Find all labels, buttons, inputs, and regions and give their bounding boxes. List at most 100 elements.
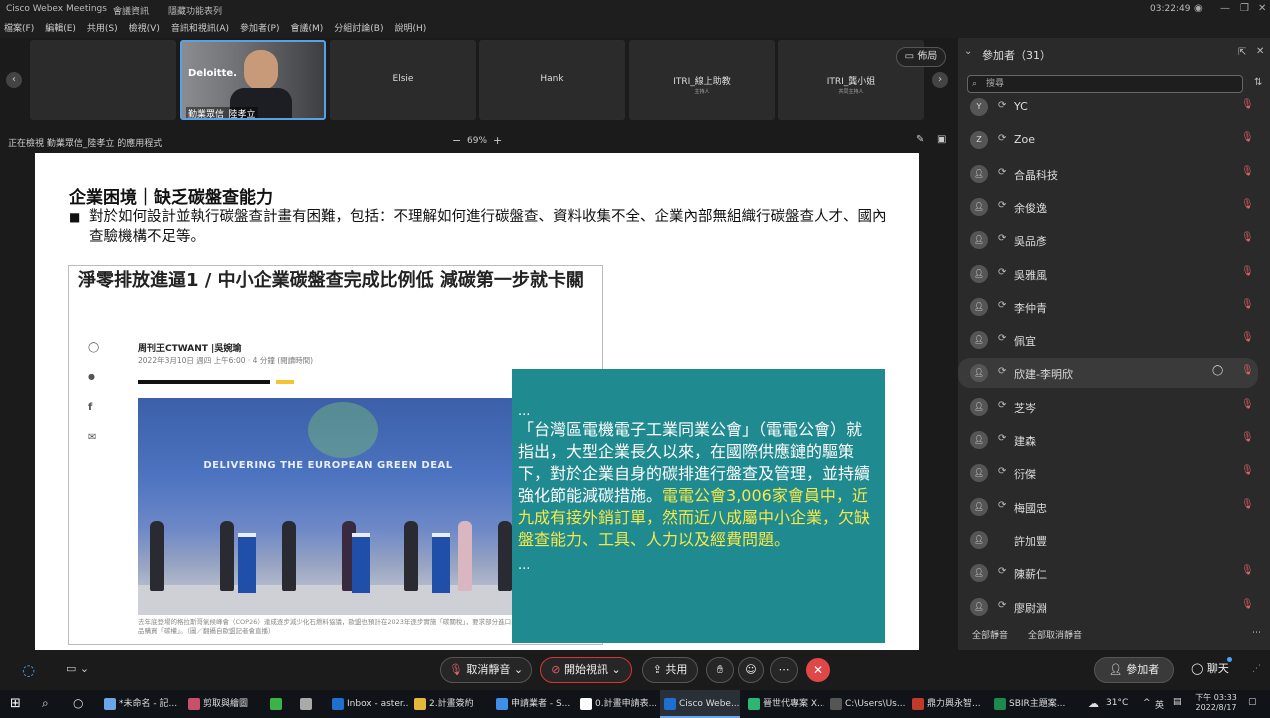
participant-row[interactable]: 👤︎ 許加豐 (958, 525, 1258, 555)
menu-help[interactable]: 說明(H) (395, 20, 427, 38)
mic-muted-icon[interactable]: 🎙︎ (1241, 299, 1254, 310)
taskbar-clock[interactable]: 下午 03:33 2022/8/17 (1194, 692, 1238, 712)
video-strip: ‹ Deloitte. 勤業眾信_陸孝立 Elsie Hank ITRI_線上助… (0, 38, 956, 128)
chat-icon[interactable]: ◯ (1212, 365, 1223, 376)
mute-all-button[interactable]: 全部靜音 (972, 628, 1008, 641)
close-panel-icon[interactable]: ✕ (1256, 46, 1264, 57)
participants-button[interactable]: 👤︎ 參加者 (1094, 657, 1174, 683)
mic-muted-icon[interactable]: 🎙︎ (1241, 99, 1254, 110)
participant-row[interactable]: Z ⟳ Zoe 🎙︎ (958, 125, 1258, 155)
close-icon[interactable]: ✕ (1258, 3, 1266, 14)
video-tile[interactable]: Hank (479, 40, 625, 120)
mic-muted-icon[interactable]: 🎙︎ (1241, 365, 1254, 376)
menu-meeting[interactable]: 會議(M) (291, 20, 324, 38)
search-input[interactable]: ⌕ 搜尋 (967, 75, 1243, 93)
taskbar-app[interactable]: *未命名 - 記... (100, 690, 180, 718)
mic-muted-icon[interactable]: 🎙︎ (1241, 132, 1254, 143)
menu-view[interactable]: 檢視(V) (129, 20, 160, 38)
taskbar-app[interactable]: 申請業者 - S... (492, 690, 572, 718)
taskbar-app[interactable]: 0.計畫申請表... (576, 690, 656, 718)
windows-start-icon[interactable]: ⊞ (10, 696, 21, 711)
participant-row[interactable]: 👤︎ ⟳ 吳雅風 🎙︎ (958, 259, 1258, 289)
video-tile[interactable]: ITRI_線上助教 主持人 (629, 40, 775, 120)
participant-row[interactable]: 👤︎ ⟳ 余俊逸 🎙︎ (958, 192, 1258, 222)
restore-icon[interactable]: ❐ (1240, 3, 1249, 14)
more-options-icon[interactable]: ⋯ (1252, 628, 1261, 638)
mic-muted-icon[interactable]: 🎙︎ (1241, 166, 1254, 177)
more-button[interactable]: ⋯ (770, 657, 798, 683)
sort-icon[interactable]: ⇅ (1254, 77, 1262, 88)
participant-row[interactable]: 👤︎ ⟳ 廖尉淵 🎙︎ (958, 592, 1258, 622)
popout-icon[interactable]: ⇱ (1238, 47, 1246, 58)
taskbar-app[interactable]: C:\Users\Us... (826, 690, 906, 718)
mic-muted-icon[interactable]: 🎙︎ (1241, 432, 1254, 443)
participant-row[interactable]: 👤︎ ⟳ 合晶科技 🎙︎ (958, 159, 1258, 189)
notification-icon[interactable]: ▢ (1248, 697, 1257, 707)
zoom-level[interactable]: 69% (467, 136, 487, 146)
video-tile[interactable] (30, 40, 176, 120)
participant-row[interactable]: 👤︎ ⟳ 建森 🎙︎ (958, 425, 1258, 455)
zoom-in-icon[interactable]: + (493, 134, 502, 147)
zoom-out-icon[interactable]: − (452, 134, 461, 147)
participant-row[interactable]: 👤︎ ⟳ 佩宜 🎙︎ (958, 325, 1258, 355)
menu-audio-video[interactable]: 音訊和視訊(A) (171, 20, 229, 38)
share-button[interactable]: ⇪ 共用 (642, 657, 698, 683)
prev-video-icon[interactable]: ‹ (6, 72, 22, 88)
leave-meeting-button[interactable]: ✕ (806, 658, 830, 682)
next-video-icon[interactable]: › (932, 72, 948, 88)
taskbar-app[interactable]: 2.計畫簽約 (410, 690, 490, 718)
reactions-button[interactable]: ☺ (738, 657, 764, 683)
unmute-all-button[interactable]: 全部取消靜音 (1028, 628, 1082, 641)
photo-person (220, 521, 234, 591)
taskbar-app[interactable] (266, 690, 294, 718)
participant-row[interactable]: 👤︎ ⟳ 欣建-李明欣 ◯ 🎙︎ (958, 358, 1258, 389)
mic-muted-icon[interactable]: 🎙︎ (1241, 199, 1254, 210)
mic-muted-icon[interactable]: 🎙︎ (1241, 565, 1254, 576)
tray-chevron-icon[interactable]: ^ (1143, 698, 1151, 708)
video-tile-active-speaker[interactable]: Deloitte. 勤業眾信_陸孝立 (180, 40, 326, 120)
mic-muted-icon[interactable]: 🎙︎ (1241, 465, 1254, 476)
menu-share[interactable]: 共用(S) (87, 20, 118, 38)
meeting-info-button[interactable]: 會議資訊 (113, 4, 149, 17)
minimize-icon[interactable]: — (1220, 3, 1230, 14)
start-video-button[interactable]: ⊘ 開始視訊 ⌄ (540, 657, 632, 683)
mic-muted-icon[interactable]: 🎙︎ (1241, 232, 1254, 243)
task-view-icon[interactable]: ○ (73, 696, 83, 710)
mic-muted-icon[interactable]: 🎙︎ (1241, 499, 1254, 510)
mic-muted-icon[interactable]: 🎙︎ (1241, 399, 1254, 410)
taskbar-app[interactable]: 晉世代專案 X... (744, 690, 824, 718)
taskbar-app[interactable] (296, 690, 324, 718)
input-language[interactable]: 英 (1155, 698, 1164, 711)
avatar: 👤︎ (970, 431, 988, 449)
participant-row[interactable]: 👤︎ ⟳ 陳薪仁 🎙︎ (958, 558, 1258, 588)
participant-row[interactable]: 👤︎ ⟳ 衍傑 🎙︎ (958, 458, 1258, 488)
mic-muted-icon[interactable]: 🎙︎ (1241, 332, 1254, 343)
raise-hand-button[interactable]: ✋︎ (706, 657, 734, 683)
annotate-icon[interactable]: ✎ (916, 134, 924, 145)
view-options-icon[interactable]: ▣ (937, 134, 946, 145)
participant-row[interactable]: 👤︎ ⟳ 梅國忠 🎙︎ (958, 492, 1258, 522)
hide-menu-bar-button[interactable]: 隱藏功能表列 (168, 4, 222, 17)
taskbar-app[interactable]: Cisco Webe... (660, 690, 740, 718)
taskbar-app[interactable]: SBIR主題案... (990, 690, 1070, 718)
taskbar-app[interactable]: 鼎力興永智... (908, 690, 988, 718)
menu-edit[interactable]: 編輯(E) (45, 20, 76, 38)
participant-row[interactable]: 👤︎ ⟳ 李仲青 🎙︎ (958, 292, 1258, 322)
search-icon[interactable]: ⌕ (42, 696, 49, 711)
participant-row[interactable]: 👤︎ ⟳ 芝岑 🎙︎ (958, 392, 1258, 422)
layout-button[interactable]: ▭ 佈局 (896, 47, 946, 67)
taskbar-app[interactable]: Inbox - aster... (328, 690, 408, 718)
unmute-button[interactable]: 🎙︎ 取消靜音 ⌄ (440, 657, 532, 683)
taskbar-app[interactable]: 剪取與繪圖 (184, 690, 264, 718)
video-tile[interactable]: Elsie (330, 40, 476, 120)
participant-row[interactable]: Y ⟳ YC 🎙︎ (958, 92, 1258, 122)
captions-icon[interactable]: ▭ ⌄ (66, 662, 89, 675)
network-icon[interactable]: ▤ (1173, 697, 1182, 707)
menu-file[interactable]: 檔案(F) (4, 20, 34, 38)
collapse-chevron-icon[interactable]: ⌄ (964, 46, 972, 57)
mic-muted-icon[interactable]: 🎙︎ (1241, 266, 1254, 277)
participant-row[interactable]: 👤︎ ⟳ 吳品彥 🎙︎ (958, 225, 1258, 255)
menu-breakout[interactable]: 分組討論(B) (334, 20, 383, 38)
mic-muted-icon[interactable]: 🎙︎ (1241, 599, 1254, 610)
menu-participant[interactable]: 參加者(P) (240, 20, 279, 38)
